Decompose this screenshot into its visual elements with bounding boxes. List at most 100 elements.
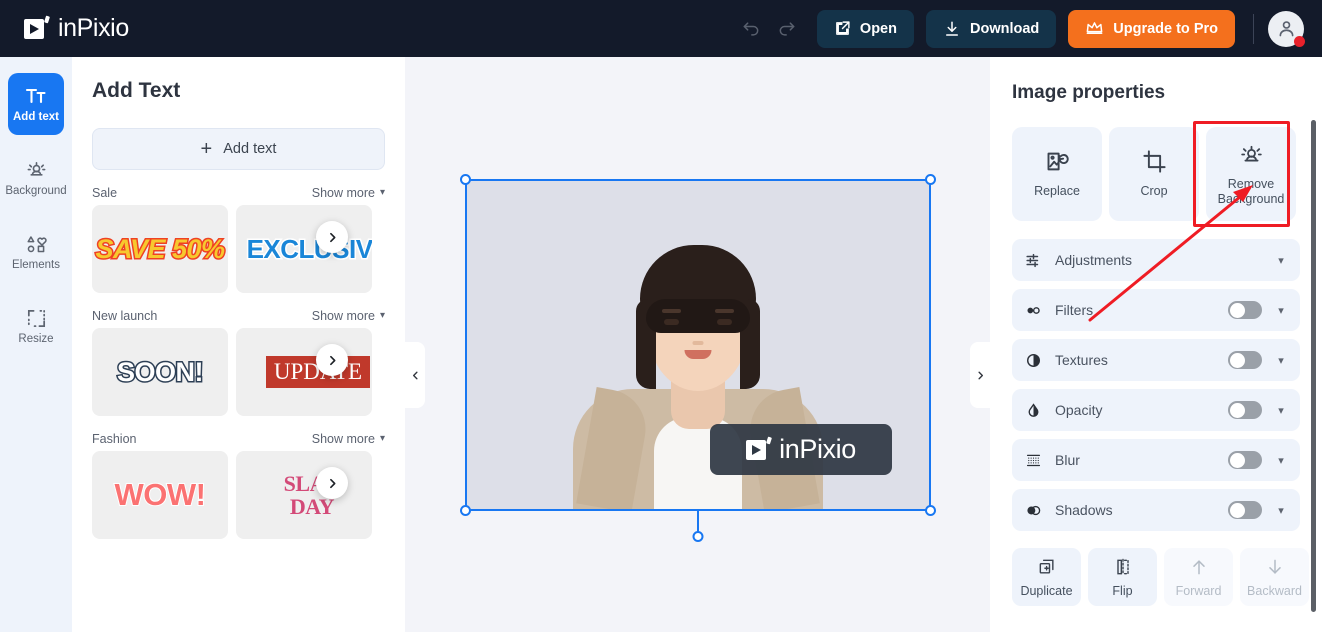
- blur-toggle[interactable]: [1228, 451, 1262, 469]
- category-header: Fashion Show more ▾: [92, 432, 385, 446]
- thumbnail-row: SAVE 50% EXCLUSIVE: [92, 205, 385, 293]
- user-icon: [1279, 21, 1293, 37]
- textures-toggle[interactable]: [1228, 351, 1262, 369]
- shadows-icon: [1027, 505, 1041, 515]
- panel-title: Add Text: [92, 79, 181, 102]
- property-row-shadows[interactable]: Shadows ▾: [1012, 489, 1300, 531]
- inpixio-play-icon: [24, 15, 50, 41]
- download-button[interactable]: Download: [925, 9, 1057, 48]
- resize-handle-top-right[interactable]: [925, 174, 936, 185]
- open-external-icon: [836, 21, 850, 35]
- opacity-toggle[interactable]: [1228, 401, 1262, 419]
- sidebar-item-background[interactable]: Background: [5, 147, 67, 209]
- duplicate-button[interactable]: Duplicate: [1012, 548, 1081, 606]
- carousel-next-button[interactable]: [316, 467, 348, 499]
- resize-handle-bottom-left[interactable]: [460, 505, 471, 516]
- property-row-blur[interactable]: Blur ▾: [1012, 439, 1300, 481]
- redo-button[interactable]: [769, 11, 805, 47]
- backward-button[interactable]: Backward: [1240, 548, 1309, 606]
- resize-handle-top-left[interactable]: [460, 174, 471, 185]
- watermark-label: inPixio: [779, 434, 856, 464]
- forward-label: Forward: [1175, 583, 1222, 598]
- show-more-label: Show more: [311, 186, 375, 200]
- rotate-handle[interactable]: [692, 531, 704, 542]
- notification-badge: [1294, 35, 1305, 47]
- template-thumb[interactable]: EXCLUSIVE: [236, 205, 372, 293]
- backward-label: Backward: [1247, 583, 1302, 598]
- arrow-up-icon: [1192, 559, 1205, 574]
- template-thumb[interactable]: SLAU DAY: [236, 451, 372, 539]
- show-more-fashion[interactable]: Show more ▾: [312, 432, 385, 446]
- upgrade-to-pro-button[interactable]: Upgrade to Pro: [1068, 9, 1235, 48]
- forward-button[interactable]: Forward: [1164, 548, 1233, 606]
- carousel-next-button[interactable]: [316, 344, 348, 376]
- chevron-down-icon: ▾: [379, 433, 385, 444]
- property-label: Filters: [1055, 302, 1094, 318]
- flip-button[interactable]: Flip: [1088, 548, 1157, 606]
- chevron-down-icon: ▾: [379, 187, 385, 198]
- property-row-adjustments[interactable]: Adjustments ▾: [1012, 239, 1300, 281]
- collapse-right-panel-button[interactable]: [970, 342, 990, 408]
- flip-horizontal-icon: [1116, 558, 1129, 575]
- layer-actions-row: Duplicate Flip Forward Backward: [1012, 548, 1322, 606]
- crop-icon: [1142, 150, 1166, 173]
- template-thumb[interactable]: SAVE 50%: [92, 205, 228, 293]
- selected-image-frame[interactable]: inPixio: [460, 174, 936, 542]
- filters-toggle[interactable]: [1228, 301, 1262, 319]
- add-text-button[interactable]: + Add text: [92, 128, 385, 170]
- template-thumb[interactable]: WOW!: [92, 451, 228, 539]
- chevron-down-icon: ▾: [1278, 354, 1284, 367]
- template-thumb[interactable]: SOON!: [92, 328, 228, 416]
- remove-background-label: Remove Background: [1217, 176, 1285, 206]
- property-label: Adjustments: [1055, 252, 1133, 268]
- sidebar-label-elements: Elements: [12, 258, 60, 271]
- sliders-icon: [1026, 253, 1039, 267]
- open-button[interactable]: Open: [816, 9, 914, 48]
- image-properties-title: Image properties: [1012, 82, 1166, 103]
- property-row-opacity[interactable]: Opacity ▾: [1012, 389, 1300, 431]
- show-more-sale[interactable]: Show more ▾: [312, 186, 385, 200]
- undo-icon: [743, 21, 759, 36]
- account-avatar[interactable]: [1268, 10, 1305, 47]
- undo-button[interactable]: [733, 11, 769, 47]
- replace-label: Replace: [1034, 184, 1080, 199]
- redo-icon: [779, 21, 795, 36]
- remove-background-button[interactable]: Remove Background: [1206, 127, 1296, 221]
- left-rail: Add text Background Elements Resize: [0, 57, 72, 632]
- toolbar-actions: Open Download Upgrade to Pro: [733, 9, 1322, 48]
- download-label: Download: [969, 20, 1040, 37]
- chevron-right-icon: [977, 371, 983, 379]
- inpixio-watermark: inPixio: [710, 424, 892, 475]
- chevron-down-icon: ▾: [1278, 404, 1284, 417]
- inpixio-play-icon: [746, 436, 773, 462]
- chevron-right-icon: [329, 232, 335, 242]
- duplicate-icon: [1039, 559, 1054, 574]
- text-format-icon: [25, 89, 46, 104]
- add-text-button-label: Add text: [223, 141, 277, 157]
- shadows-toggle[interactable]: [1228, 501, 1262, 519]
- app-logo: inPixio: [24, 14, 129, 43]
- plus-icon: +: [200, 138, 213, 160]
- category-fashion: Fashion Show more ▾ WOW! SLAU DAY: [92, 432, 385, 539]
- chevron-down-icon: ▾: [1278, 254, 1284, 267]
- crop-button[interactable]: Crop: [1109, 127, 1199, 221]
- sidebar-item-resize[interactable]: Resize: [8, 295, 64, 357]
- resize-handle-bottom-right[interactable]: [925, 505, 936, 516]
- chevron-left-icon: [412, 371, 418, 379]
- thumbnail-row: WOW! SLAU DAY: [92, 451, 385, 539]
- replace-button[interactable]: Replace: [1012, 127, 1102, 221]
- canvas-area[interactable]: inPixio: [405, 57, 990, 632]
- collapse-left-panel-button[interactable]: [405, 342, 425, 408]
- template-thumb[interactable]: UPDATE: [236, 328, 372, 416]
- show-more-new-launch[interactable]: Show more ▾: [312, 309, 385, 323]
- duplicate-label: Duplicate: [1020, 583, 1073, 598]
- upgrade-label: Upgrade to Pro: [1113, 20, 1218, 37]
- chevron-down-icon: ▾: [1278, 454, 1284, 467]
- carousel-next-button[interactable]: [316, 221, 348, 253]
- property-row-filters[interactable]: Filters ▾: [1012, 289, 1300, 331]
- sidebar-item-elements[interactable]: Elements: [8, 221, 64, 283]
- sidebar-item-add-text[interactable]: Add text: [8, 73, 64, 135]
- background-remove-icon: [27, 161, 45, 176]
- property-row-textures[interactable]: Textures ▾: [1012, 339, 1300, 381]
- right-panel-scrollbar[interactable]: [1311, 120, 1316, 612]
